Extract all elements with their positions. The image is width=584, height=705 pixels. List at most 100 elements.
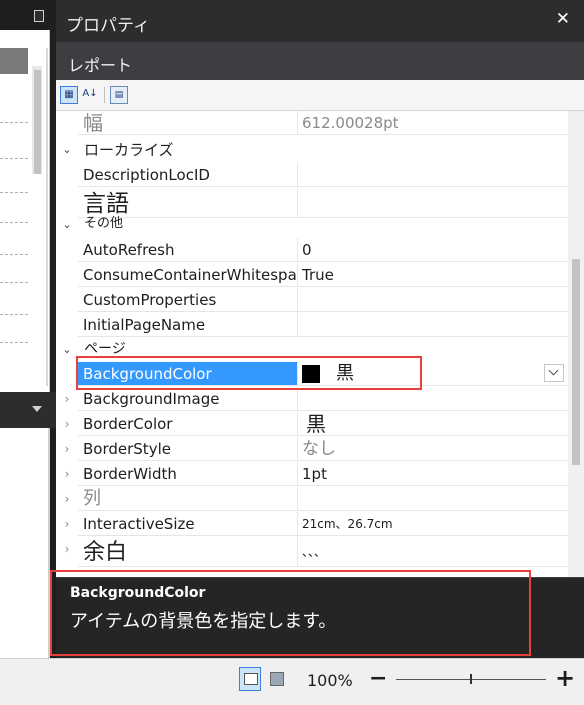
property-row-backgroundcolor[interactable]: BackgroundColor 黒 (56, 362, 568, 387)
property-name: BorderWidth (78, 462, 297, 486)
property-name: BorderStyle (78, 437, 297, 461)
property-row-margins[interactable]: › 余白 、、、 (56, 537, 568, 569)
alphabetical-button[interactable]: A↓ (81, 86, 99, 104)
property-value[interactable] (297, 163, 568, 187)
pin-icon[interactable] (34, 10, 44, 22)
expand-icon[interactable]: › (56, 462, 78, 487)
guide-line (0, 254, 28, 255)
property-row-borderstyle[interactable]: › BorderStyle なし (56, 437, 568, 462)
guide-line (0, 122, 28, 123)
canvas-scroll-thumb[interactable] (34, 70, 41, 174)
zoom-level: 100% (307, 671, 353, 690)
designer-splitter (0, 392, 56, 428)
guide-line (0, 158, 28, 159)
property-name: 列 (78, 487, 297, 511)
properties-panel: プロパティ ✕ レポート ▦ A↓ ▤ 幅 612.00028pt ⌄ ローカラ… (56, 0, 584, 659)
report-data-pane[interactable] (0, 428, 50, 658)
row-gutter (56, 362, 78, 387)
property-value[interactable] (297, 387, 568, 411)
row-gutter (56, 163, 78, 188)
chevron-down-icon[interactable] (544, 364, 564, 382)
property-row-autorefresh[interactable]: AutoRefresh 0 (56, 238, 568, 263)
row-gutter (56, 238, 78, 263)
property-grid-scrollbar[interactable] (568, 111, 584, 577)
property-row-descriptionlocid[interactable]: DescriptionLocID (56, 163, 568, 188)
chevron-down-icon[interactable] (32, 406, 42, 412)
toolbar-separator (104, 87, 105, 103)
property-value[interactable]: なし (297, 437, 568, 461)
expand-icon[interactable]: ⌄ (56, 338, 78, 363)
property-row-columns[interactable]: › 列 (56, 487, 568, 512)
property-value[interactable]: 21cm、26.7cm (297, 512, 568, 536)
property-name: 幅 (78, 111, 297, 135)
row-gutter (56, 288, 78, 313)
category-label: その他 (84, 216, 124, 231)
row-gutter (56, 188, 78, 213)
property-name: DescriptionLocID (78, 163, 297, 187)
expand-icon[interactable]: › (56, 387, 78, 412)
property-row-bordercolor[interactable]: › BorderColor 黒 (56, 412, 568, 437)
zoom-in-button[interactable]: + (555, 666, 575, 690)
category-page[interactable]: ⌄ ページ (56, 338, 568, 363)
property-name: AutoRefresh (78, 238, 297, 262)
guide-line (0, 282, 28, 283)
property-row-width[interactable]: 幅 612.00028pt (56, 111, 568, 136)
properties-toolbar: ▦ A↓ ▤ (56, 80, 584, 111)
property-row-borderwidth[interactable]: › BorderWidth 1pt (56, 462, 568, 487)
property-name: InteractiveSize (78, 512, 297, 536)
property-row-customproperties[interactable]: CustomProperties (56, 288, 568, 313)
selected-object-name: レポート (68, 56, 133, 75)
property-value[interactable]: 612.00028pt (297, 111, 568, 135)
property-pages-button[interactable]: ▤ (110, 86, 128, 104)
property-name: CustomProperties (78, 288, 297, 312)
expand-icon[interactable]: ⌄ (56, 138, 78, 163)
property-value[interactable]: 1pt (297, 462, 568, 486)
color-swatch (302, 365, 320, 383)
expand-icon[interactable]: › (56, 412, 78, 437)
designer-top-strip (0, 0, 56, 30)
property-value[interactable]: True (297, 263, 568, 287)
zoom-slider-thumb[interactable] (470, 674, 472, 684)
property-row-interactivesize[interactable]: › InteractiveSize 21cm、26.7cm (56, 512, 568, 537)
property-value[interactable]: 0 (297, 238, 568, 262)
close-icon[interactable]: ✕ (556, 9, 570, 29)
property-value[interactable] (297, 313, 568, 337)
category-localize[interactable]: ⌄ ローカライズ (56, 138, 568, 163)
selected-object-bar: レポート (56, 42, 584, 80)
property-name: BorderColor (78, 412, 297, 436)
property-value[interactable]: 、、、 (297, 537, 568, 567)
property-row-initialpagename[interactable]: InitialPageName (56, 313, 568, 338)
expand-icon[interactable]: › (56, 512, 78, 537)
guide-line (0, 222, 28, 223)
property-row-backgroundimage[interactable]: › BackgroundImage (56, 387, 568, 412)
property-grid: 幅 612.00028pt ⌄ ローカライズ DescriptionLocID … (56, 111, 568, 577)
scroll-thumb[interactable] (572, 259, 580, 465)
property-row-consumecontainerwhitespace[interactable]: ConsumeContainerWhitespa True (56, 263, 568, 288)
expand-icon[interactable]: ⌄ (56, 213, 78, 238)
zoom-out-button[interactable]: − (369, 668, 387, 690)
category-other[interactable]: ⌄ その他 (56, 213, 568, 238)
guide-line (0, 342, 28, 343)
color-value-text: 黒 (336, 363, 354, 384)
canvas-edge (46, 48, 48, 386)
report-canvas[interactable] (0, 30, 50, 392)
categorized-button[interactable]: ▦ (60, 86, 78, 104)
row-gutter (56, 111, 78, 136)
property-value[interactable] (297, 487, 568, 511)
property-name: BackgroundImage (78, 387, 297, 411)
guide-line (0, 314, 28, 315)
report-header-band (0, 48, 28, 74)
panel-title: プロパティ (66, 16, 150, 36)
property-value[interactable]: 黒 (297, 362, 568, 386)
property-value[interactable] (297, 288, 568, 312)
page-layout-icon[interactable] (266, 667, 288, 691)
expand-icon[interactable]: › (56, 437, 78, 462)
print-layout-icon[interactable] (239, 667, 261, 691)
status-bar: 100% − + (0, 658, 584, 705)
property-name: BackgroundColor (78, 362, 297, 386)
property-value[interactable]: 黒 (297, 412, 568, 436)
category-label: ページ (84, 341, 126, 357)
property-name: 余白 (78, 537, 297, 567)
expand-icon[interactable]: › (56, 487, 78, 512)
expand-icon[interactable]: › (56, 537, 78, 562)
